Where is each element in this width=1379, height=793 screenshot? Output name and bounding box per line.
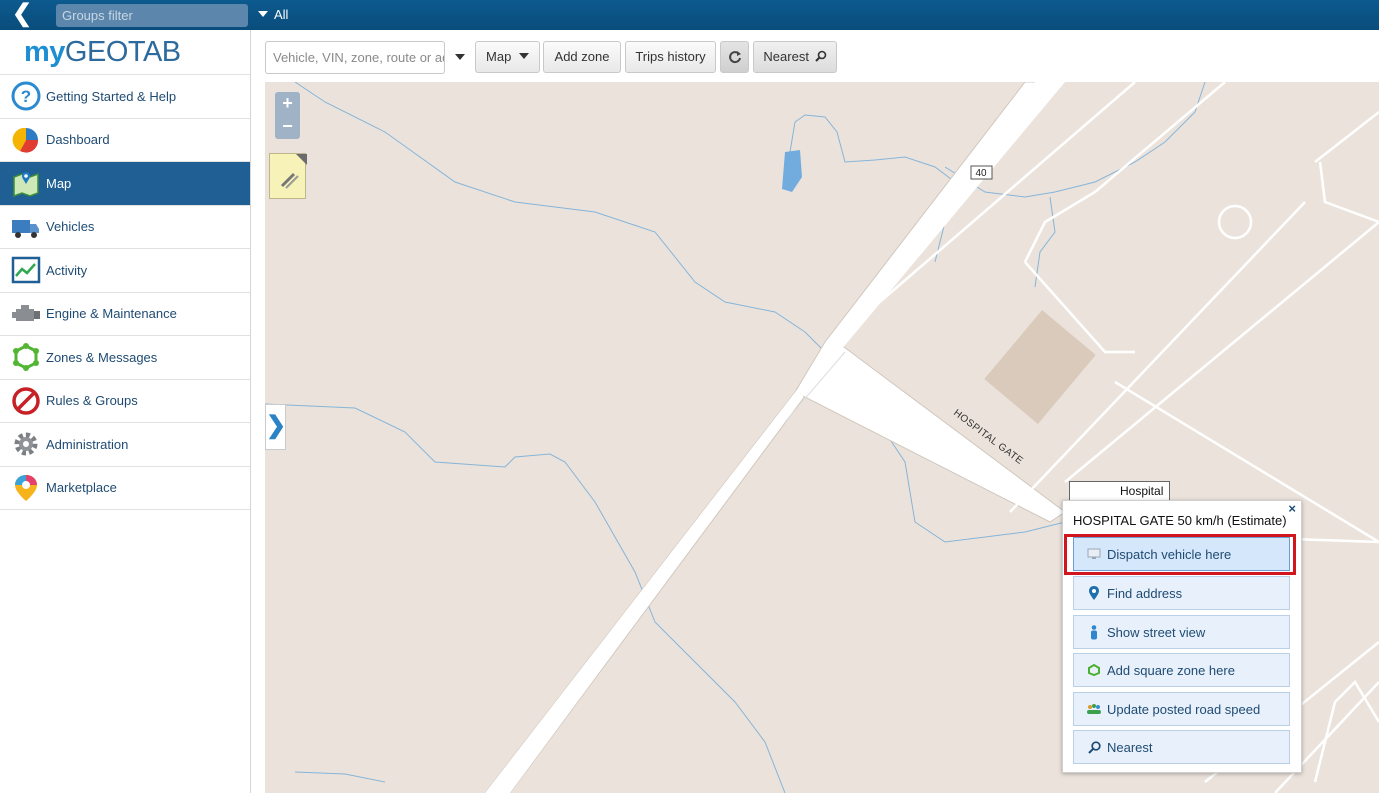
show-street-view-button[interactable]: Show street view <box>1073 615 1290 649</box>
expand-panel-chevron-icon[interactable]: ❯ <box>265 404 286 450</box>
sidebar-item-label: Getting Started & Help <box>46 88 177 104</box>
sidebar-item-vehicles[interactable]: Vehicles <box>0 206 250 249</box>
add-zone-label: Add square zone here <box>1107 662 1235 678</box>
caret-down-icon <box>258 11 268 17</box>
truck-icon <box>12 219 39 238</box>
map-icon <box>13 172 39 198</box>
sidebar-item-zones-messages[interactable]: Zones & Messages <box>0 336 250 380</box>
nearest-action-label: Nearest <box>1107 739 1153 755</box>
hospital-marker-label[interactable]: Hospital <box>1069 481 1170 501</box>
sidebar-item-map[interactable]: Map <box>0 162 250 206</box>
marketplace-pin-icon <box>15 474 37 501</box>
location-pin-icon <box>1086 585 1102 601</box>
mygeotab-logo[interactable]: myGEOTAB <box>0 30 250 75</box>
sidebar-item-label: Marketplace <box>46 480 117 496</box>
groups-filter-input[interactable] <box>56 4 248 27</box>
nearest-label: Nearest <box>763 49 809 64</box>
sidebar-item-label: Map <box>46 175 72 191</box>
nearest-action-button[interactable]: Nearest <box>1073 730 1290 764</box>
sidebar-item-label: Activity <box>46 262 88 278</box>
sidebar-item-label: Rules & Groups <box>46 393 138 409</box>
sidebar-item-dashboard[interactable]: Dashboard <box>0 119 250 162</box>
pie-chart-icon <box>12 127 39 153</box>
logo-my: my <box>24 36 65 68</box>
popup-title: HOSPITAL GATE 50 km/h (Estimate) <box>1073 513 1287 528</box>
find-address-label: Find address <box>1107 585 1183 601</box>
sidebar-item-label: Dashboard <box>46 132 110 148</box>
search-dropdown-icon[interactable] <box>455 54 465 60</box>
close-icon[interactable]: × <box>1288 501 1296 516</box>
sidebar-item-engine-maintenance[interactable]: Engine & Maintenance <box>0 293 250 336</box>
road-speed-icon <box>1086 701 1102 717</box>
logo-geotab: GEOTAB <box>64 36 181 68</box>
trips-history-label: Trips history <box>635 49 706 64</box>
magnifier-icon <box>1086 739 1102 755</box>
street-view-label: Show street view <box>1107 624 1206 640</box>
sidebar-item-activity[interactable]: Activity <box>0 249 250 293</box>
activity-chart-icon <box>11 257 41 284</box>
sidebar-item-rules-groups[interactable]: Rules & Groups <box>0 380 250 423</box>
help-icon: ? <box>11 81 41 111</box>
magnifier-icon <box>814 50 826 62</box>
annotate-note-button[interactable] <box>269 153 307 199</box>
add-zone-label: Add zone <box>554 49 610 64</box>
gear-icon <box>14 432 38 456</box>
groups-all-dropdown[interactable]: All <box>258 7 288 22</box>
prohibited-icon <box>12 387 40 415</box>
zone-icon <box>13 343 39 372</box>
sidebar-item-label: Engine & Maintenance <box>46 306 177 322</box>
map-toolbar: Map Add zone Trips history Nearest <box>251 30 1379 82</box>
update-speed-label: Update posted road speed <box>1107 701 1261 717</box>
refresh-button[interactable] <box>720 41 749 73</box>
sidebar: myGEOTAB ? Getting Started & Help Dashbo… <box>0 30 251 793</box>
search-input[interactable] <box>265 41 445 74</box>
back-arrow-icon[interactable]: ❮ <box>0 0 44 30</box>
road-shield-40: 40 <box>975 168 987 179</box>
hospital-label-text: Hospital <box>1120 484 1164 498</box>
sidebar-item-marketplace[interactable]: Marketplace <box>0 467 250 510</box>
svg-text:?: ? <box>21 87 31 106</box>
sidebar-item-label: Vehicles <box>46 219 95 235</box>
engine-icon <box>12 304 40 321</box>
sidebar-item-getting-started[interactable]: ? Getting Started & Help <box>0 75 250 119</box>
update-road-speed-button[interactable]: Update posted road speed <box>1073 692 1290 726</box>
street-view-person-icon <box>1086 624 1102 640</box>
map-dropdown-button[interactable]: Map <box>475 41 540 73</box>
sidebar-item-label: Administration <box>46 436 129 452</box>
zone-add-icon <box>1086 662 1102 678</box>
map-button-label: Map <box>486 49 512 64</box>
sidebar-item-label: Zones & Messages <box>46 349 158 365</box>
find-address-button[interactable]: Find address <box>1073 576 1290 610</box>
add-zone-button[interactable]: Add zone <box>543 41 621 73</box>
caret-down-icon <box>518 53 529 59</box>
map-canvas[interactable]: 40 HOSPITAL GATE + − ❯ Hospital HOSPITAL… <box>265 82 1379 793</box>
note-pencil-icon <box>280 154 307 189</box>
top-bar: ❮ All <box>0 0 1379 30</box>
sidebar-item-administration[interactable]: Administration <box>0 423 250 467</box>
add-square-zone-button[interactable]: Add square zone here <box>1073 653 1290 687</box>
refresh-icon <box>728 51 741 64</box>
zoom-in-button[interactable]: + <box>275 92 300 115</box>
nearest-button[interactable]: Nearest <box>753 41 837 73</box>
zoom-control: + − <box>275 92 300 139</box>
zoom-out-button[interactable]: − <box>275 115 300 138</box>
dispatch-highlight-box <box>1064 534 1296 575</box>
trips-history-button[interactable]: Trips history <box>625 41 716 73</box>
all-label: All <box>274 7 289 22</box>
